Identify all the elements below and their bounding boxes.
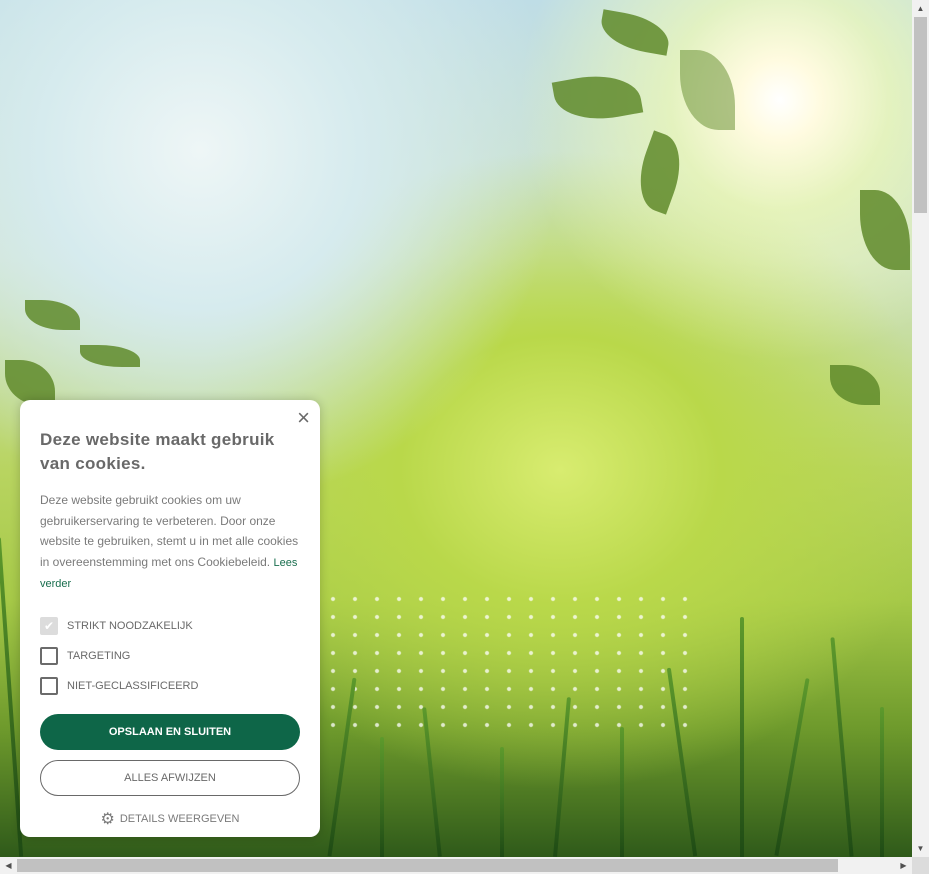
show-details-button[interactable]: ⚙ DETAILS WEERGEVEN — [40, 809, 300, 829]
reject-all-button[interactable]: ALLES AFWIJZEN — [40, 759, 300, 796]
vertical-scrollbar[interactable]: ▲ ▼ — [912, 0, 929, 857]
option-label: NIET-GECLASSIFICEERD — [67, 679, 199, 692]
checkbox-unclassified[interactable] — [40, 676, 58, 695]
description-text: Deze website gebruikt cookies om uw gebr… — [40, 493, 299, 569]
option-strictly-necessary: ✔ STRIKT NOODZAKELIJK — [40, 616, 300, 635]
cookie-consent-dialog: × Deze website maakt gebruik van cookies… — [20, 400, 320, 837]
option-label: STRIKT NOODZAKELIJK — [67, 619, 193, 632]
save-and-close-button[interactable]: OPSLAAN EN SLUITEN — [40, 713, 300, 750]
scroll-left-icon[interactable]: ◀ — [0, 857, 17, 874]
dialog-title: Deze website maakt gebruik van cookies. — [40, 430, 275, 473]
checkbox-strictly-necessary: ✔ — [40, 616, 58, 635]
vertical-scroll-thumb[interactable] — [914, 17, 927, 213]
checkbox-targeting[interactable] — [40, 646, 58, 665]
scroll-up-icon[interactable]: ▲ — [912, 0, 929, 17]
scroll-right-icon[interactable]: ▶ — [895, 857, 912, 874]
horizontal-scrollbar[interactable]: ◀ ▶ — [0, 857, 912, 874]
option-label: TARGETING — [67, 649, 131, 662]
dialog-description: Deze website gebruikt cookies om uw gebr… — [40, 490, 300, 595]
scrollbar-corner — [912, 857, 929, 874]
close-icon[interactable]: × — [297, 407, 310, 429]
horizontal-scroll-thumb[interactable] — [17, 859, 838, 872]
details-label: DETAILS WEERGEVEN — [119, 812, 240, 825]
option-unclassified[interactable]: NIET-GECLASSIFICEERD — [40, 676, 300, 695]
scroll-down-icon[interactable]: ▼ — [912, 840, 929, 857]
gear-icon: ⚙ — [100, 810, 115, 828]
option-targeting[interactable]: TARGETING — [40, 646, 300, 665]
